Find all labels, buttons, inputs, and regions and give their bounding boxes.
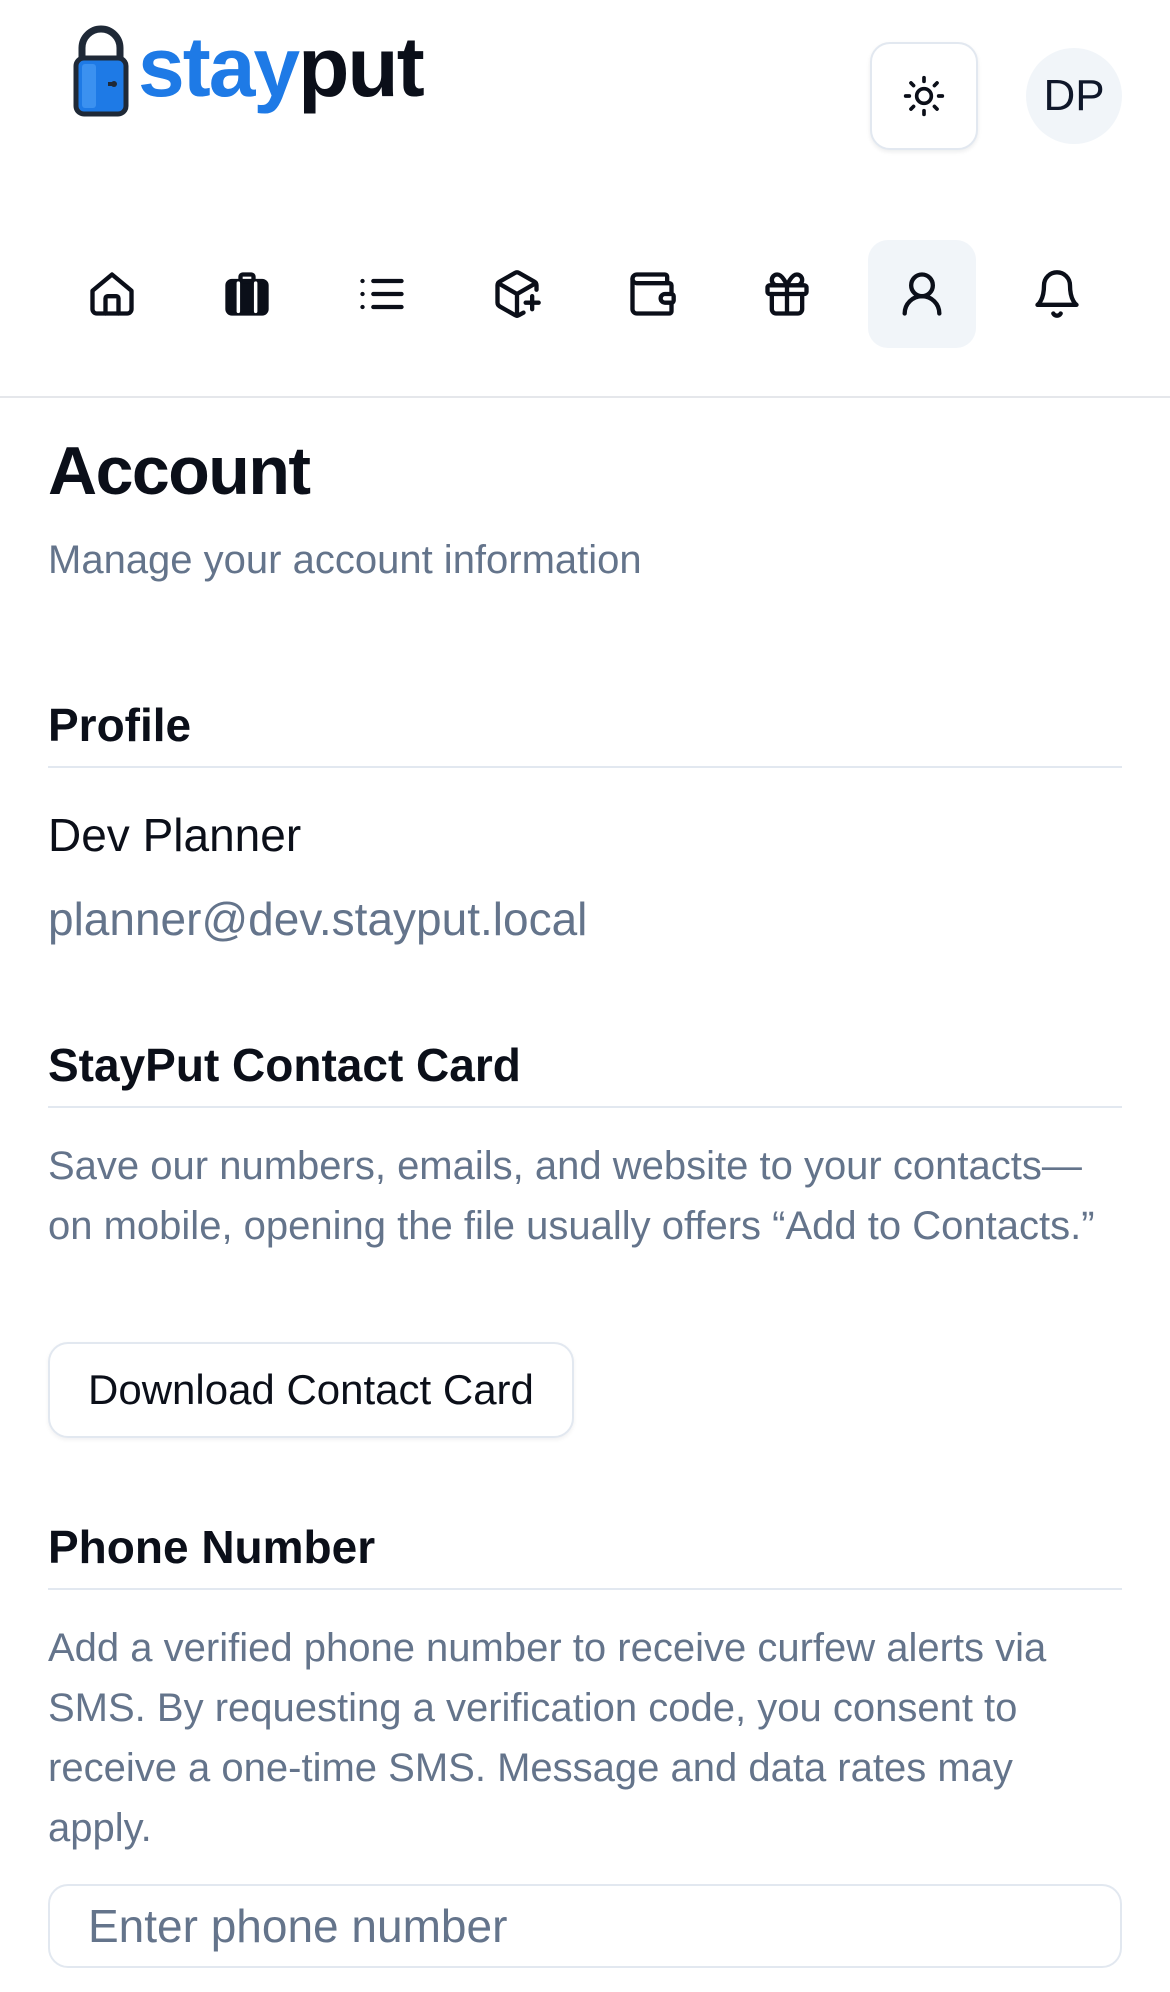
profile-heading: Profile <box>48 698 1122 768</box>
luggage-icon <box>225 272 269 316</box>
page-title: Account <box>48 433 311 509</box>
nav-wallet[interactable] <box>598 240 706 348</box>
wallet-icon <box>630 272 676 316</box>
nav-trips[interactable] <box>193 240 301 348</box>
contact-card-heading: StayPut Contact Card <box>48 1038 1122 1108</box>
brand-part-stay: stay <box>138 20 300 114</box>
nav-list[interactable] <box>328 240 436 348</box>
nav-home[interactable] <box>58 240 166 348</box>
phone-number-input[interactable] <box>48 1884 1122 1968</box>
sun-icon <box>903 75 945 117</box>
profile-name: Dev Planner <box>48 809 302 861</box>
app-header: stayput DP <box>0 0 1170 398</box>
package-plus-icon <box>495 270 541 318</box>
brand-wordmark: stayput <box>138 25 425 109</box>
gift-icon <box>765 272 809 316</box>
nav-gifts[interactable] <box>733 240 841 348</box>
download-contact-card-button[interactable]: Download Contact Card <box>48 1342 574 1438</box>
list-icon <box>360 278 404 310</box>
nav-account[interactable] <box>868 240 976 348</box>
main-nav <box>58 240 1111 348</box>
avatar[interactable]: DP <box>1026 48 1122 144</box>
phone-description: Add a verified phone number to receive c… <box>48 1626 1047 1850</box>
profile-email: planner@dev.stayput.local <box>48 893 588 945</box>
stayput-logo[interactable]: stayput <box>72 24 425 118</box>
bell-icon <box>1035 270 1079 318</box>
brand-part-put: put <box>298 20 425 114</box>
nav-packages[interactable] <box>463 240 571 348</box>
page-subtitle: Manage your account information <box>48 538 642 582</box>
user-icon <box>902 272 942 316</box>
nav-notifications[interactable] <box>1003 240 1111 348</box>
contact-card-description: Save our numbers, emails, and website to… <box>48 1144 1095 1248</box>
phone-heading: Phone Number <box>48 1520 1122 1590</box>
home-icon <box>90 272 134 316</box>
theme-toggle-button[interactable] <box>870 42 978 150</box>
padlock-icon <box>73 25 129 117</box>
